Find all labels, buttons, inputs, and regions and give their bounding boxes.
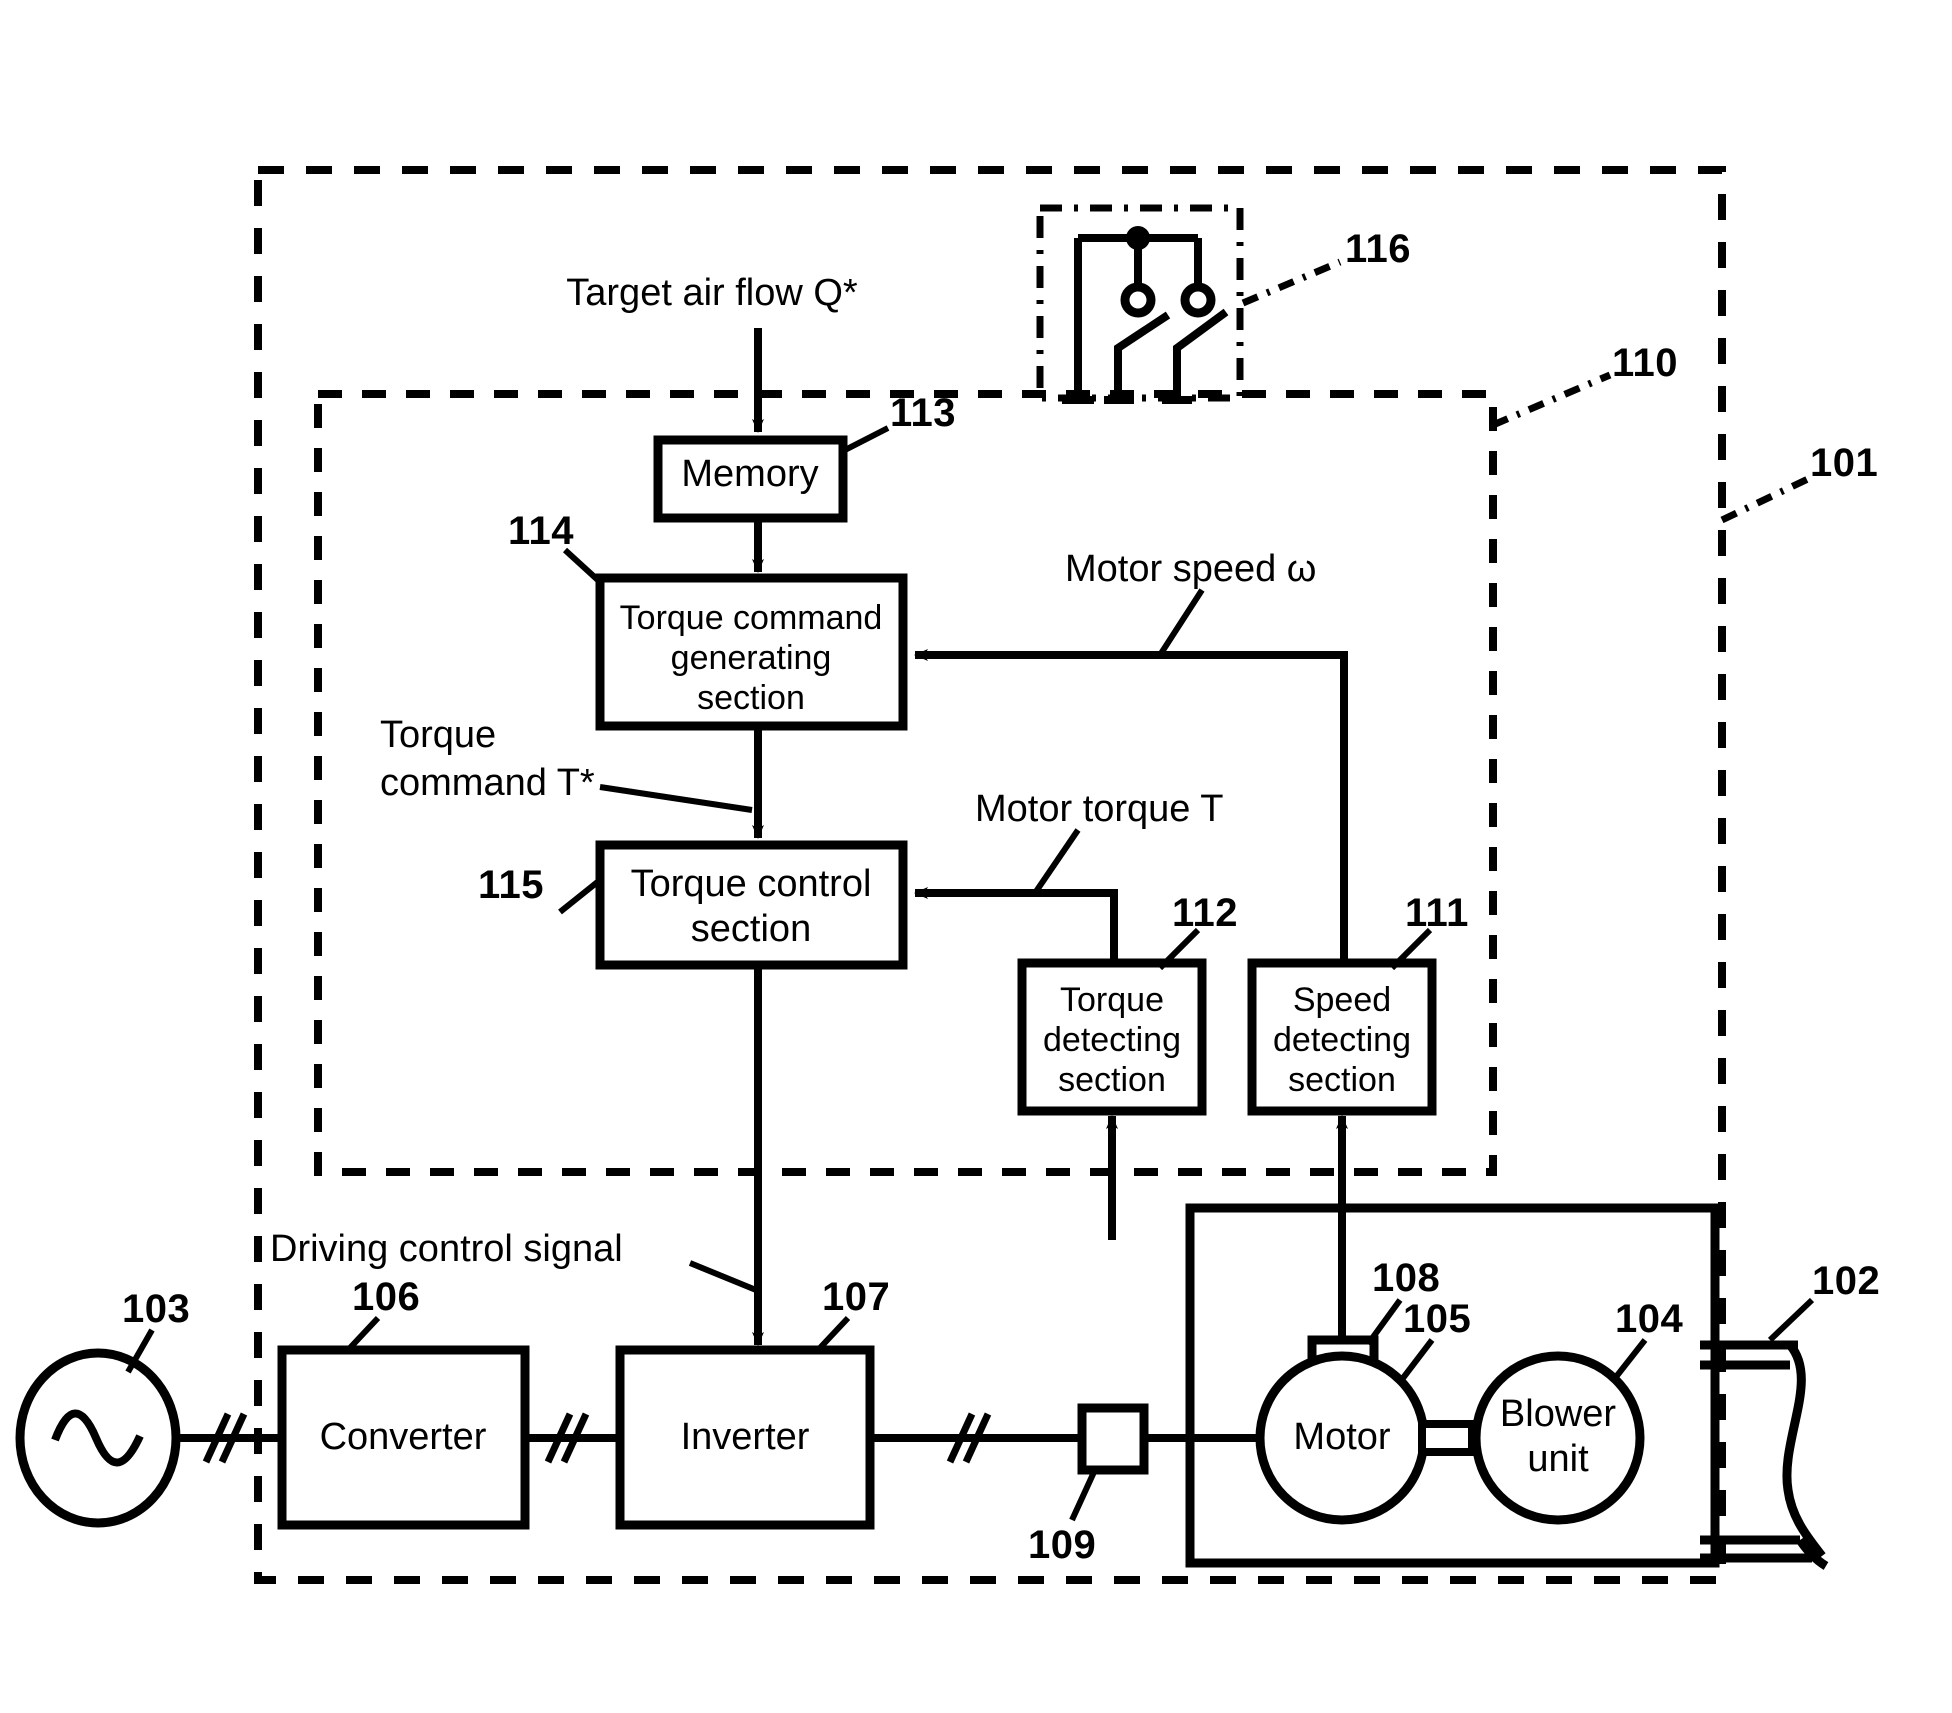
enclosure-motor-blower bbox=[1185, 1203, 1720, 1568]
block-label-torque-detecting: Torque detecting section bbox=[1043, 980, 1181, 1100]
label-torque-command-line2: command T* bbox=[380, 761, 595, 804]
ref-105: 105 bbox=[1403, 1297, 1472, 1341]
ref-112: 112 bbox=[1172, 891, 1239, 935]
label-motor-speed: Motor speed ω bbox=[1065, 548, 1317, 590]
sd-line3: section bbox=[1288, 1061, 1396, 1100]
tcg-line3: section bbox=[697, 679, 805, 718]
ref-108: 108 bbox=[1372, 1256, 1441, 1300]
ref-102: 102 bbox=[1812, 1259, 1881, 1303]
td-line2: detecting bbox=[1043, 1021, 1181, 1060]
label-target-air-flow: Target air flow Q* bbox=[566, 272, 858, 314]
leader-torque-command bbox=[599, 784, 753, 813]
leader-105 bbox=[1397, 1338, 1435, 1384]
leader-110 bbox=[1491, 371, 1612, 429]
leader-motor-speed bbox=[1157, 588, 1205, 657]
label-motor-torque: Motor torque T bbox=[975, 788, 1224, 830]
block-label-motor: Motor bbox=[1293, 1416, 1391, 1458]
leader-107 bbox=[815, 1315, 851, 1353]
leader-108 bbox=[1365, 1298, 1403, 1346]
td-line1: Torque bbox=[1060, 981, 1164, 1019]
leader-motor-torque bbox=[1032, 828, 1081, 895]
leader-driving-control-signal bbox=[688, 1260, 758, 1293]
label-torque-command-line1: Torque bbox=[380, 714, 497, 756]
tcg-line2: generating bbox=[670, 639, 832, 678]
ref-101: 101 bbox=[1810, 441, 1879, 485]
block-label-memory: Memory bbox=[681, 453, 819, 495]
figure-canvas: Target air flow Q* Torque command T* Mot… bbox=[0, 0, 1952, 1713]
leader-102 bbox=[1767, 1297, 1815, 1343]
leader-115 bbox=[558, 877, 602, 915]
leader-104 bbox=[1609, 1338, 1648, 1384]
ref-109: 109 bbox=[1028, 1523, 1097, 1567]
leader-113 bbox=[843, 425, 890, 453]
block-label-speed-detecting: Speed detecting section bbox=[1273, 980, 1411, 1100]
selector-switch-symbol bbox=[1062, 226, 1229, 404]
ref-104: 104 bbox=[1615, 1297, 1684, 1341]
ref-115: 115 bbox=[478, 863, 545, 907]
ref-111: 111 bbox=[1405, 891, 1469, 935]
ref-110: 110 bbox=[1612, 341, 1679, 385]
td-line3: section bbox=[1058, 1061, 1166, 1100]
leader-114 bbox=[562, 547, 603, 585]
blower-line2: unit bbox=[1527, 1437, 1589, 1480]
label-torque-command: Torque command T* bbox=[380, 712, 595, 807]
ref-107: 107 bbox=[822, 1275, 891, 1319]
block-label-inverter: Inverter bbox=[680, 1416, 810, 1458]
leader-106 bbox=[345, 1315, 381, 1353]
ref-114: 114 bbox=[508, 509, 575, 553]
block-label-torque-control: Torque control section bbox=[631, 862, 872, 952]
block-label-blower-unit: Blower unit bbox=[1500, 1392, 1616, 1482]
blower-line1: Blower bbox=[1499, 1393, 1617, 1435]
sensor-current-109 bbox=[1077, 1403, 1149, 1475]
tc-line1: Torque control bbox=[630, 863, 872, 905]
block-label-converter: Converter bbox=[319, 1416, 487, 1458]
diagram-vector-layer bbox=[15, 166, 1829, 1584]
ref-103: 103 bbox=[122, 1287, 191, 1331]
block-label-torque-command-generating: Torque command generating section bbox=[620, 598, 883, 718]
ref-116: 116 bbox=[1345, 227, 1412, 271]
leader-116 bbox=[1241, 258, 1342, 307]
sd-line2: detecting bbox=[1273, 1021, 1411, 1060]
leader-109 bbox=[1069, 1470, 1097, 1522]
ref-113: 113 bbox=[890, 391, 957, 435]
ref-106: 106 bbox=[352, 1275, 421, 1319]
motor-blower-shaft bbox=[1418, 1420, 1476, 1456]
leader-101 bbox=[1720, 474, 1812, 524]
sd-line1: Speed bbox=[1292, 981, 1392, 1019]
tc-line2: section bbox=[690, 907, 812, 950]
label-driving-control-signal: Driving control signal bbox=[270, 1228, 623, 1270]
tcg-line1: Torque command bbox=[619, 599, 883, 637]
